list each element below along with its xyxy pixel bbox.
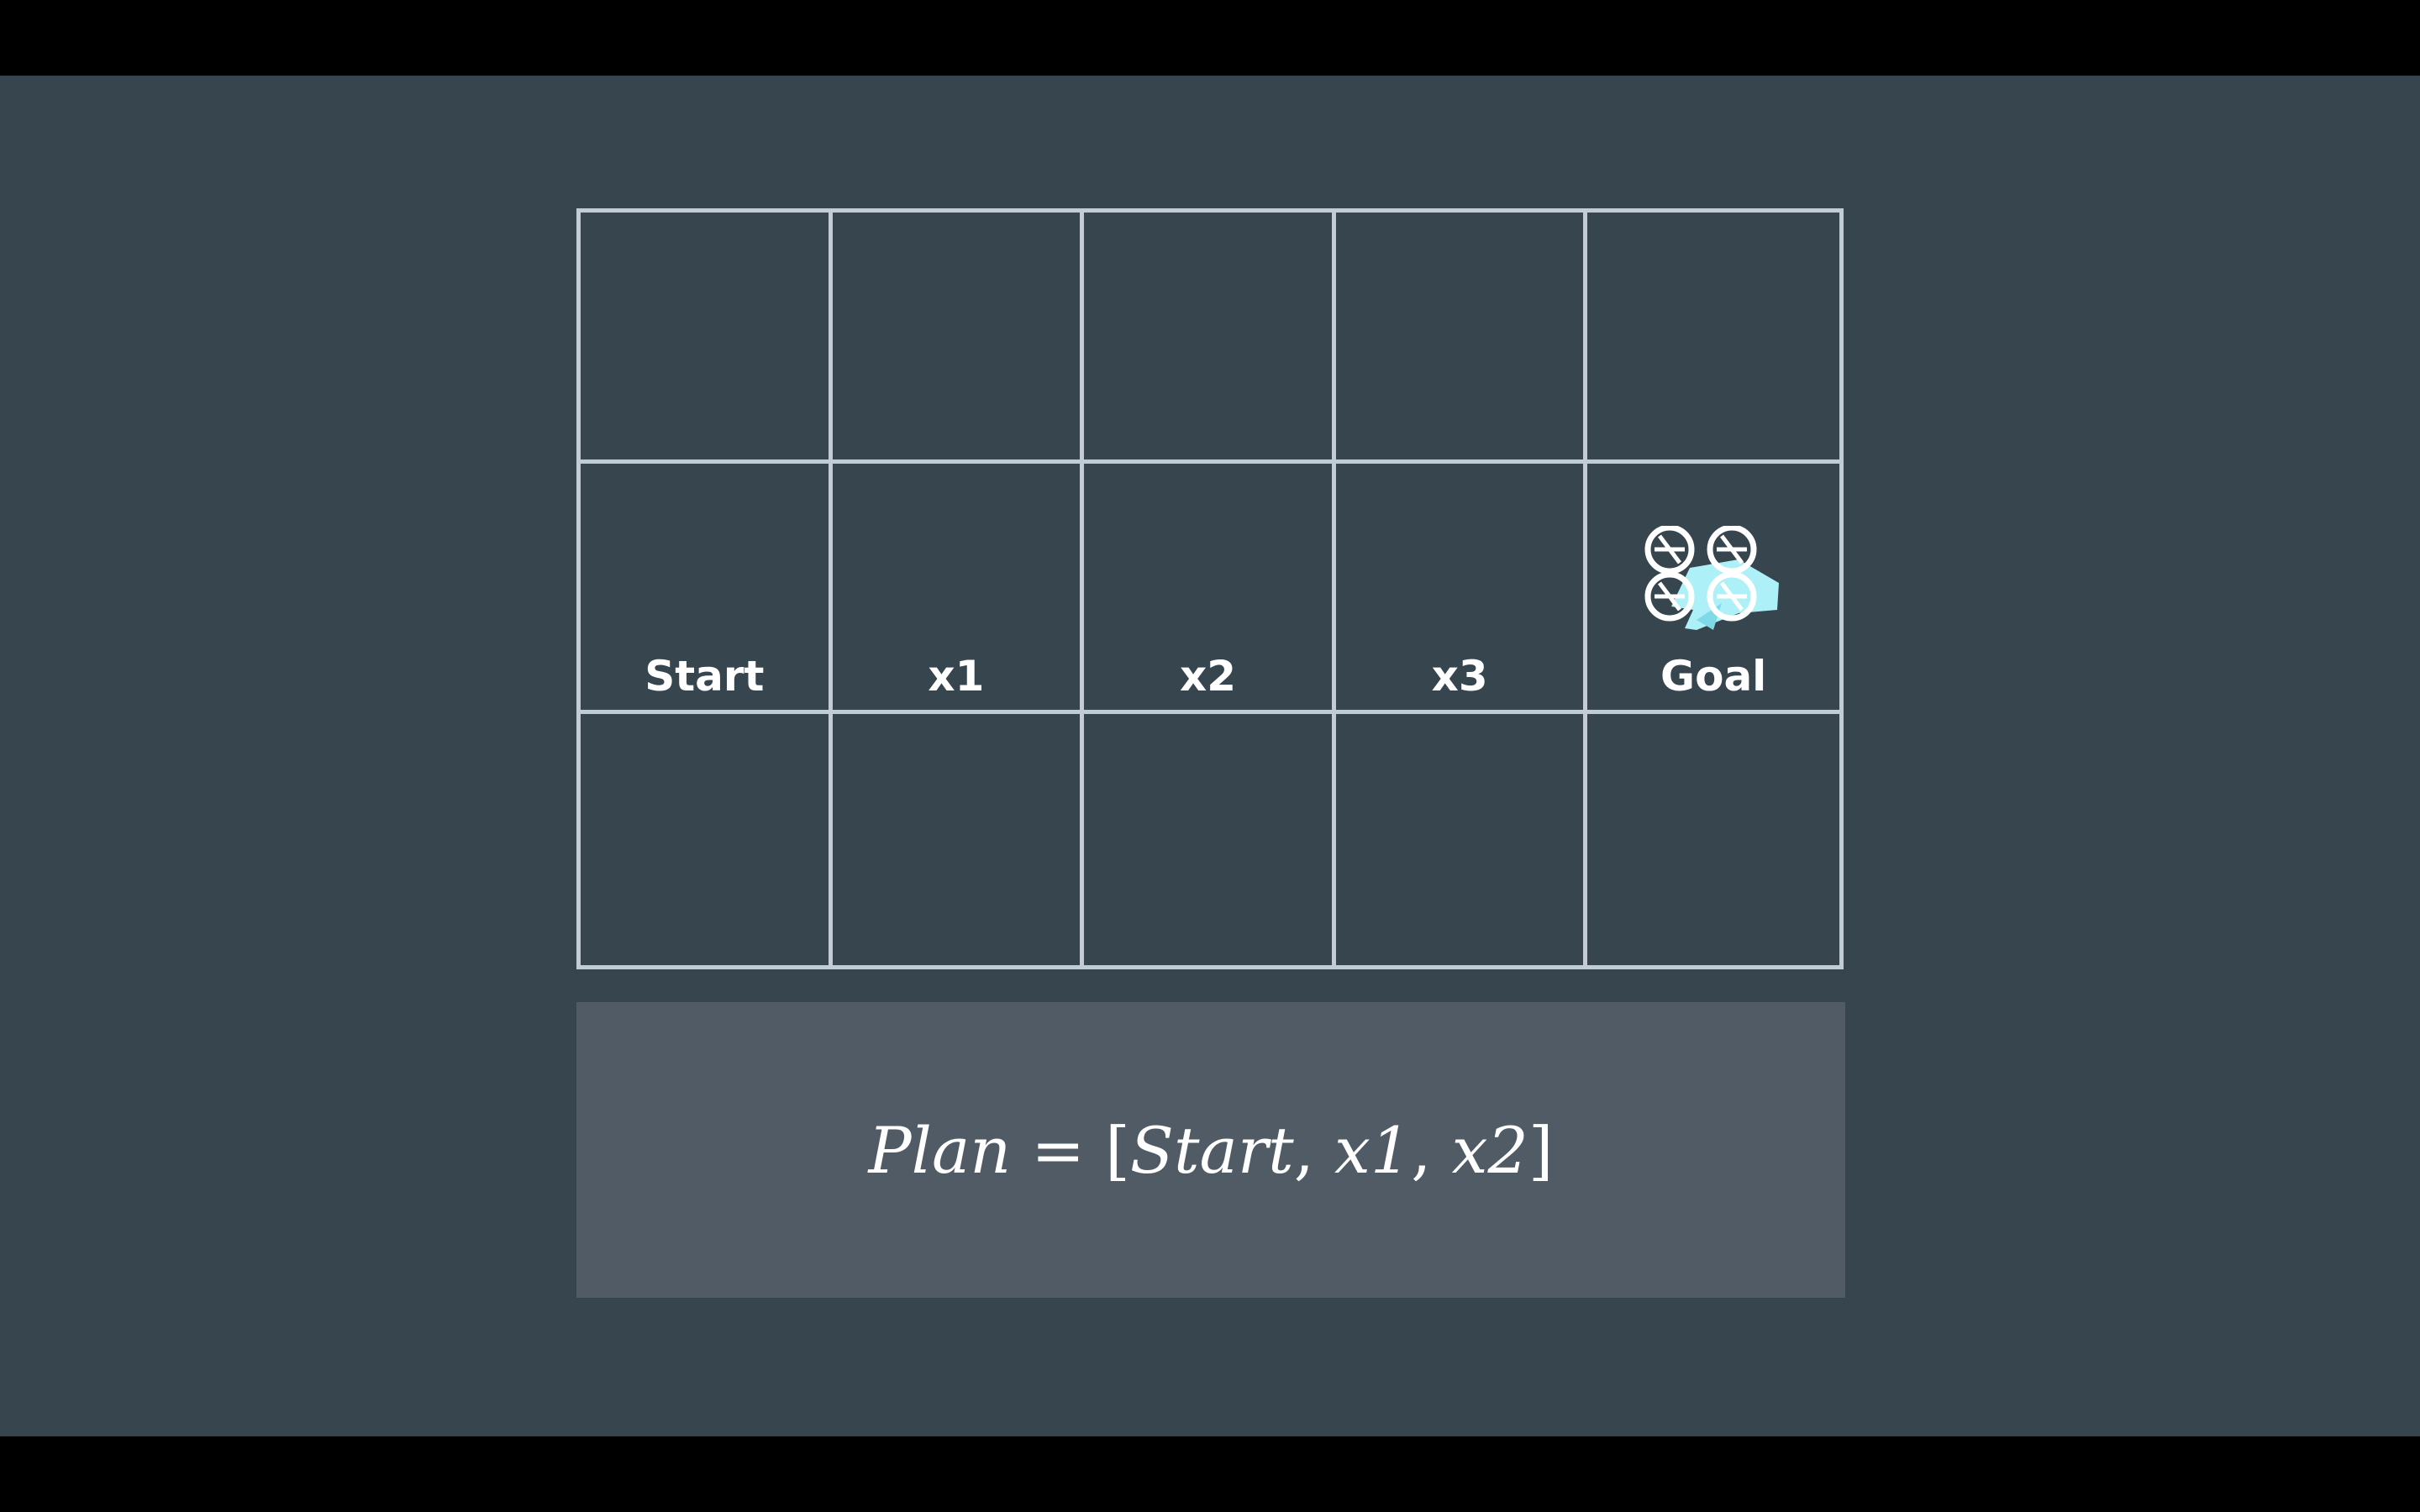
plan-open-bracket: [ bbox=[1105, 1112, 1130, 1188]
cell-label-goal: Goal bbox=[1660, 652, 1767, 701]
grid-cell-x2: x2 bbox=[1084, 463, 1336, 715]
grid-cell-r1-c1 bbox=[581, 213, 833, 464]
plan-equation: Plan = [Start, x1, x2] bbox=[869, 1113, 1554, 1188]
grid-cell-r1-c3 bbox=[1084, 213, 1336, 464]
plan-lhs: Plan bbox=[868, 1112, 1012, 1188]
grid-cell-goal: Goal bbox=[1587, 464, 1839, 715]
grid-cell-r1-c5 bbox=[1587, 213, 1839, 464]
grid-cell-x3: x3 bbox=[1335, 463, 1588, 715]
plan-close-bracket: ] bbox=[1528, 1112, 1554, 1188]
grid-cell-start: Start bbox=[581, 463, 833, 715]
plan-box: Plan = [Start, x1, x2] bbox=[576, 1002, 1845, 1298]
plan-separator: , bbox=[1293, 1112, 1314, 1188]
plan-equals: = bbox=[1031, 1112, 1086, 1188]
grid-cell-r3-c2 bbox=[833, 714, 1085, 965]
quadcopter-drone-icon bbox=[1644, 525, 1780, 630]
grid-cell-r3-c5 bbox=[1587, 714, 1839, 965]
plan-item-start: Start bbox=[1129, 1112, 1294, 1188]
cell-label-start: Start bbox=[644, 652, 765, 701]
cell-label-x1: x1 bbox=[928, 652, 985, 701]
grid-cell-r3-c3 bbox=[1084, 714, 1336, 965]
grid-cell-r1-c4 bbox=[1335, 213, 1588, 464]
plan-separator: , bbox=[1411, 1112, 1432, 1188]
grid-world: Start x1 x2 x3 Goal bbox=[576, 208, 1844, 969]
grid-cell-x1: x1 bbox=[832, 463, 1085, 715]
grid-cell-r3-c1 bbox=[581, 714, 833, 965]
slide: Start x1 x2 x3 Goal Plan = [Start, x1, x… bbox=[0, 76, 2420, 1436]
plan-item-x1: x1 bbox=[1334, 1112, 1412, 1188]
cell-label-x2: x2 bbox=[1179, 652, 1237, 701]
letterbox-top bbox=[0, 0, 2420, 76]
grid-cell-r1-c2 bbox=[832, 213, 1085, 464]
plan-item-x2: x2 bbox=[1451, 1112, 1528, 1188]
grid-cell-r3-c4 bbox=[1336, 714, 1588, 965]
letterbox-bottom bbox=[0, 1436, 2420, 1512]
cell-label-x3: x3 bbox=[1431, 652, 1488, 701]
